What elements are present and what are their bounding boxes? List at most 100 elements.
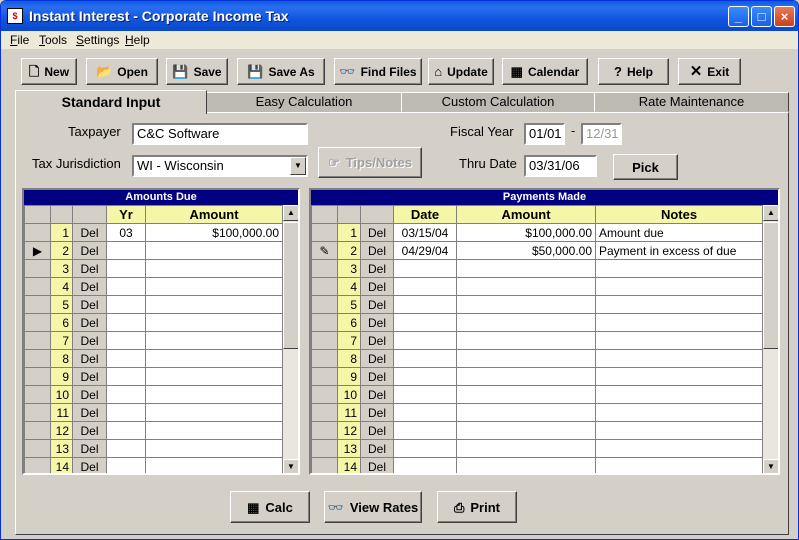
row-selector[interactable] bbox=[311, 259, 338, 278]
table-row[interactable]: ▶ 2 Del bbox=[24, 241, 283, 260]
view-rates-button[interactable]: 👓 View Rates bbox=[324, 491, 422, 523]
amount-cell[interactable] bbox=[145, 403, 283, 422]
row-selector[interactable] bbox=[24, 421, 51, 440]
row-selector[interactable] bbox=[24, 313, 51, 332]
amount-cell[interactable] bbox=[145, 349, 283, 368]
table-row[interactable]: 13 Del bbox=[24, 439, 283, 458]
tab-rate-maintenance[interactable]: Rate Maintenance bbox=[594, 92, 789, 112]
print-button[interactable]: ⎙ Print bbox=[437, 491, 517, 523]
amount-cell[interactable] bbox=[145, 367, 283, 386]
date-cell[interactable] bbox=[393, 439, 457, 458]
date-cell[interactable] bbox=[393, 313, 457, 332]
find-files-button[interactable]: 👓 Find Files bbox=[334, 58, 422, 85]
delete-row-button[interactable]: Del bbox=[72, 457, 107, 473]
table-row[interactable]: 9 Del bbox=[311, 367, 763, 386]
yr-cell[interactable] bbox=[106, 439, 146, 458]
row-selector[interactable] bbox=[24, 331, 51, 350]
amount-cell[interactable] bbox=[145, 421, 283, 440]
table-row[interactable]: 12 Del bbox=[24, 421, 283, 440]
yr-cell[interactable] bbox=[106, 241, 146, 260]
table-row[interactable]: 1 Del 03/15/04 $100,000.00 Amount due bbox=[311, 223, 763, 242]
row-selector[interactable] bbox=[24, 403, 51, 422]
notes-cell[interactable] bbox=[595, 421, 763, 440]
tips-notes-button[interactable]: ☞ Tips/Notes bbox=[318, 147, 422, 178]
delete-row-button[interactable]: Del bbox=[72, 295, 107, 314]
yr-cell[interactable] bbox=[106, 313, 146, 332]
open-button[interactable]: 📂 Open bbox=[86, 58, 158, 85]
amount-cell[interactable] bbox=[456, 457, 596, 473]
pick-button[interactable]: Pick bbox=[613, 154, 678, 180]
amount-cell[interactable] bbox=[456, 295, 596, 314]
delete-row-button[interactable]: Del bbox=[360, 313, 394, 332]
table-row[interactable]: 9 Del bbox=[24, 367, 283, 386]
date-cell[interactable] bbox=[393, 421, 457, 440]
delete-row-button[interactable]: Del bbox=[360, 277, 394, 296]
table-row[interactable]: 10 Del bbox=[311, 385, 763, 404]
delete-row-button[interactable]: Del bbox=[72, 349, 107, 368]
fiscal-year-start-input[interactable]: 01/01 bbox=[524, 123, 565, 145]
table-row[interactable]: 1 Del 03 $100,000.00 bbox=[24, 223, 283, 242]
amount-cell[interactable] bbox=[145, 439, 283, 458]
amount-cell[interactable] bbox=[456, 331, 596, 350]
table-row[interactable]: 11 Del bbox=[24, 403, 283, 422]
yr-cell[interactable] bbox=[106, 259, 146, 278]
payments-made-grid[interactable]: Payments Made Date Amount Notes 1 Del 03/1… bbox=[309, 188, 780, 475]
delete-row-button[interactable]: Del bbox=[72, 403, 107, 422]
yr-cell[interactable]: 03 bbox=[106, 223, 146, 242]
notes-cell[interactable] bbox=[595, 439, 763, 458]
delete-row-button[interactable]: Del bbox=[360, 241, 394, 260]
delete-row-button[interactable]: Del bbox=[72, 241, 107, 260]
notes-cell[interactable]: Amount due bbox=[595, 223, 763, 242]
amount-cell[interactable] bbox=[145, 385, 283, 404]
table-row[interactable]: 3 Del bbox=[24, 259, 283, 278]
row-selector[interactable] bbox=[311, 223, 338, 242]
row-selector[interactable] bbox=[311, 313, 338, 332]
taxpayer-input[interactable]: C&C Software bbox=[132, 123, 308, 145]
amounts-due-scrollbar[interactable]: ▲ ▼ bbox=[282, 205, 298, 473]
amount-cell[interactable] bbox=[145, 295, 283, 314]
menu-tools[interactable]: Tools bbox=[39, 33, 67, 47]
table-row[interactable]: ✎ 2 Del 04/29/04 $50,000.00 Payment in excess… bbox=[311, 241, 763, 260]
delete-row-button[interactable]: Del bbox=[360, 331, 394, 350]
notes-cell[interactable] bbox=[595, 277, 763, 296]
table-row[interactable]: 3 Del bbox=[311, 259, 763, 278]
row-selector[interactable] bbox=[311, 403, 338, 422]
amount-cell[interactable] bbox=[456, 439, 596, 458]
delete-row-button[interactable]: Del bbox=[72, 439, 107, 458]
amount-cell[interactable] bbox=[456, 403, 596, 422]
update-button[interactable]: ⌂ Update bbox=[428, 58, 494, 85]
notes-cell[interactable] bbox=[595, 313, 763, 332]
amount-cell[interactable]: $100,000.00 bbox=[145, 223, 283, 242]
scroll-thumb[interactable] bbox=[763, 222, 778, 349]
table-row[interactable]: 6 Del bbox=[24, 313, 283, 332]
row-selector[interactable] bbox=[24, 295, 51, 314]
row-selector[interactable] bbox=[24, 277, 51, 296]
date-cell[interactable] bbox=[393, 367, 457, 386]
notes-cell[interactable]: Payment in excess of due bbox=[595, 241, 763, 260]
row-selector[interactable] bbox=[311, 331, 338, 350]
calc-button[interactable]: ▦ Calc bbox=[230, 491, 310, 523]
delete-row-button[interactable]: Del bbox=[360, 457, 394, 473]
notes-cell[interactable] bbox=[595, 331, 763, 350]
row-selector[interactable] bbox=[311, 349, 338, 368]
table-row[interactable]: 14 Del bbox=[24, 457, 283, 473]
delete-row-button[interactable]: Del bbox=[360, 259, 394, 278]
scroll-up-icon[interactable]: ▲ bbox=[283, 205, 298, 221]
yr-cell[interactable] bbox=[106, 421, 146, 440]
delete-row-button[interactable]: Del bbox=[360, 349, 394, 368]
row-selector[interactable] bbox=[24, 439, 51, 458]
amount-cell[interactable] bbox=[456, 277, 596, 296]
chevron-down-icon[interactable]: ▼ bbox=[290, 157, 306, 175]
new-button[interactable]: 🗋 New bbox=[21, 58, 77, 85]
notes-cell[interactable] bbox=[595, 367, 763, 386]
delete-row-button[interactable]: Del bbox=[360, 385, 394, 404]
fiscal-year-end-input[interactable]: 12/31 bbox=[581, 123, 622, 145]
table-row[interactable]: 13 Del bbox=[311, 439, 763, 458]
yr-cell[interactable] bbox=[106, 367, 146, 386]
row-selector[interactable] bbox=[24, 349, 51, 368]
amount-cell[interactable] bbox=[145, 277, 283, 296]
amount-cell[interactable] bbox=[145, 241, 283, 260]
delete-row-button[interactable]: Del bbox=[360, 421, 394, 440]
menu-settings[interactable]: Settings bbox=[76, 33, 119, 47]
delete-row-button[interactable]: Del bbox=[72, 385, 107, 404]
